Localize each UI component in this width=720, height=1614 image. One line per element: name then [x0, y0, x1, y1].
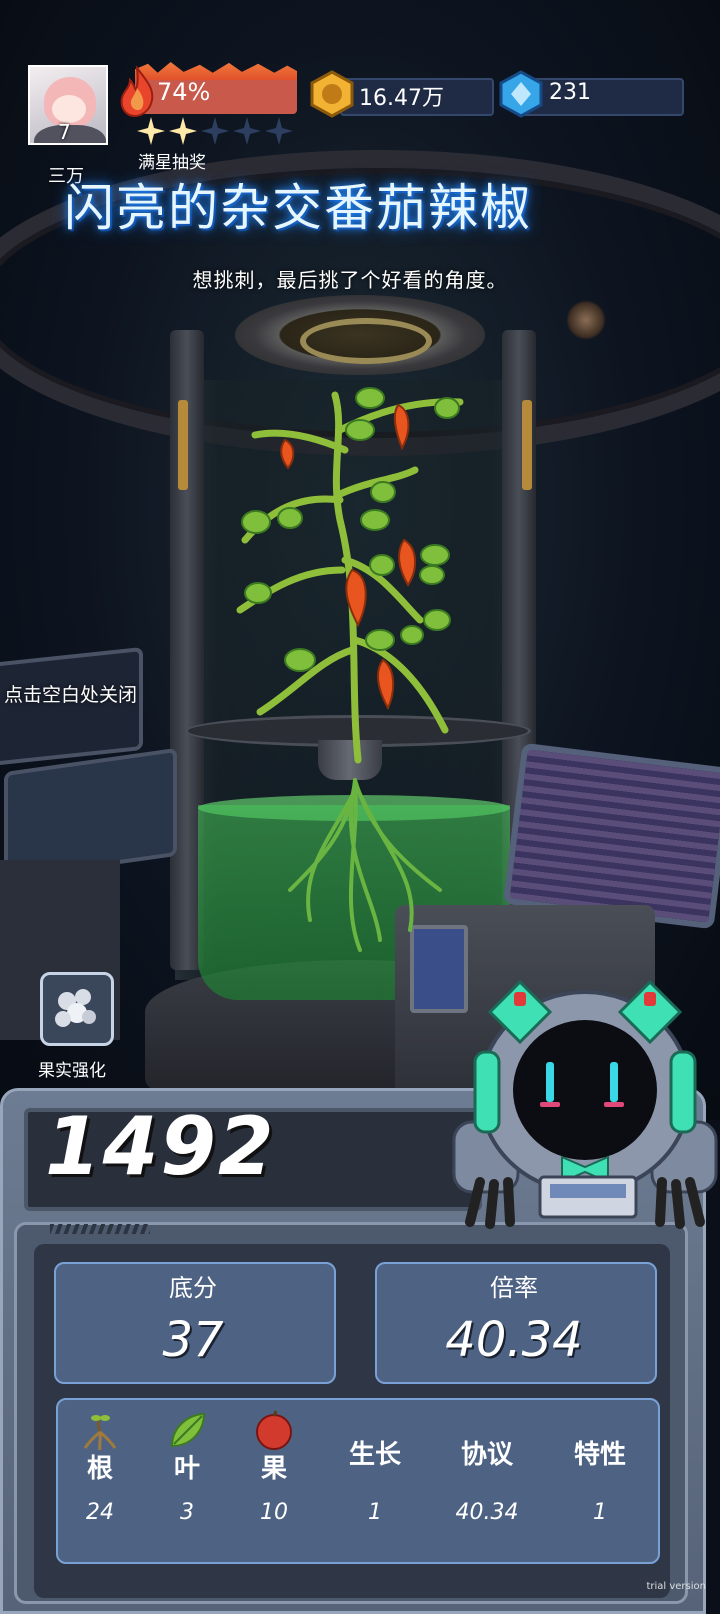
col-trait-label: 特性 [573, 1440, 626, 1470]
leaf-icon [170, 1412, 206, 1448]
col-trait-value: 1 [593, 1500, 607, 1525]
robot-mascot [452, 979, 718, 1229]
pepper-plant [236, 387, 464, 952]
avatar-face [52, 95, 86, 123]
gem-icon [499, 70, 543, 118]
player-level: 7 [58, 120, 71, 144]
col-growth-value: 1 [368, 1500, 382, 1525]
col-root-label: 根 [86, 1454, 113, 1484]
total-score: 1492 [45, 1100, 276, 1193]
close-hint: 点击空白处关闭 [4, 684, 138, 706]
col-protocol-label: 协议 [460, 1440, 513, 1470]
col-leaf-label: 叶 [173, 1454, 200, 1484]
watermark: trial version [646, 1581, 706, 1592]
star-filled-icon [169, 117, 197, 145]
star-empty-icon [233, 117, 261, 145]
col-root-value: 24 [86, 1500, 114, 1525]
base-score-value: 37 [162, 1312, 224, 1368]
heat-percent: 74% [157, 78, 211, 106]
star-filled-icon [137, 117, 165, 145]
col-fruit-value: 10 [260, 1500, 288, 1525]
multiplier-label: 倍率 [490, 1274, 538, 1302]
apple-icon [256, 1410, 292, 1450]
base-score-label: 底分 [169, 1274, 217, 1302]
coin-amount: 16.47万 [359, 86, 444, 111]
star-empty-icon [265, 117, 293, 145]
col-leaf-value: 3 [180, 1500, 194, 1525]
coin-icon [310, 70, 354, 118]
star-rating [136, 116, 294, 146]
col-protocol-value: 40.34 [455, 1500, 519, 1525]
panel-grill [50, 1224, 150, 1234]
berry-icon [55, 989, 96, 1027]
plant-name: 闪亮的杂交番茄辣椒 [64, 179, 532, 237]
multiplier-value: 40.34 [445, 1312, 583, 1368]
gem-amount: 231 [549, 80, 591, 105]
flame-icon [120, 66, 154, 118]
fruit-enhance-label: 果实强化 [38, 1061, 106, 1081]
star-empty-icon [201, 117, 229, 145]
root-icon [83, 1415, 117, 1450]
fruit-enhance-button[interactable] [40, 972, 114, 1046]
col-growth-label: 生长 [348, 1440, 401, 1470]
plant-comment: 想挑刺，最后挑了个好看的角度。 [192, 268, 508, 292]
col-fruit-label: 果 [260, 1454, 287, 1484]
